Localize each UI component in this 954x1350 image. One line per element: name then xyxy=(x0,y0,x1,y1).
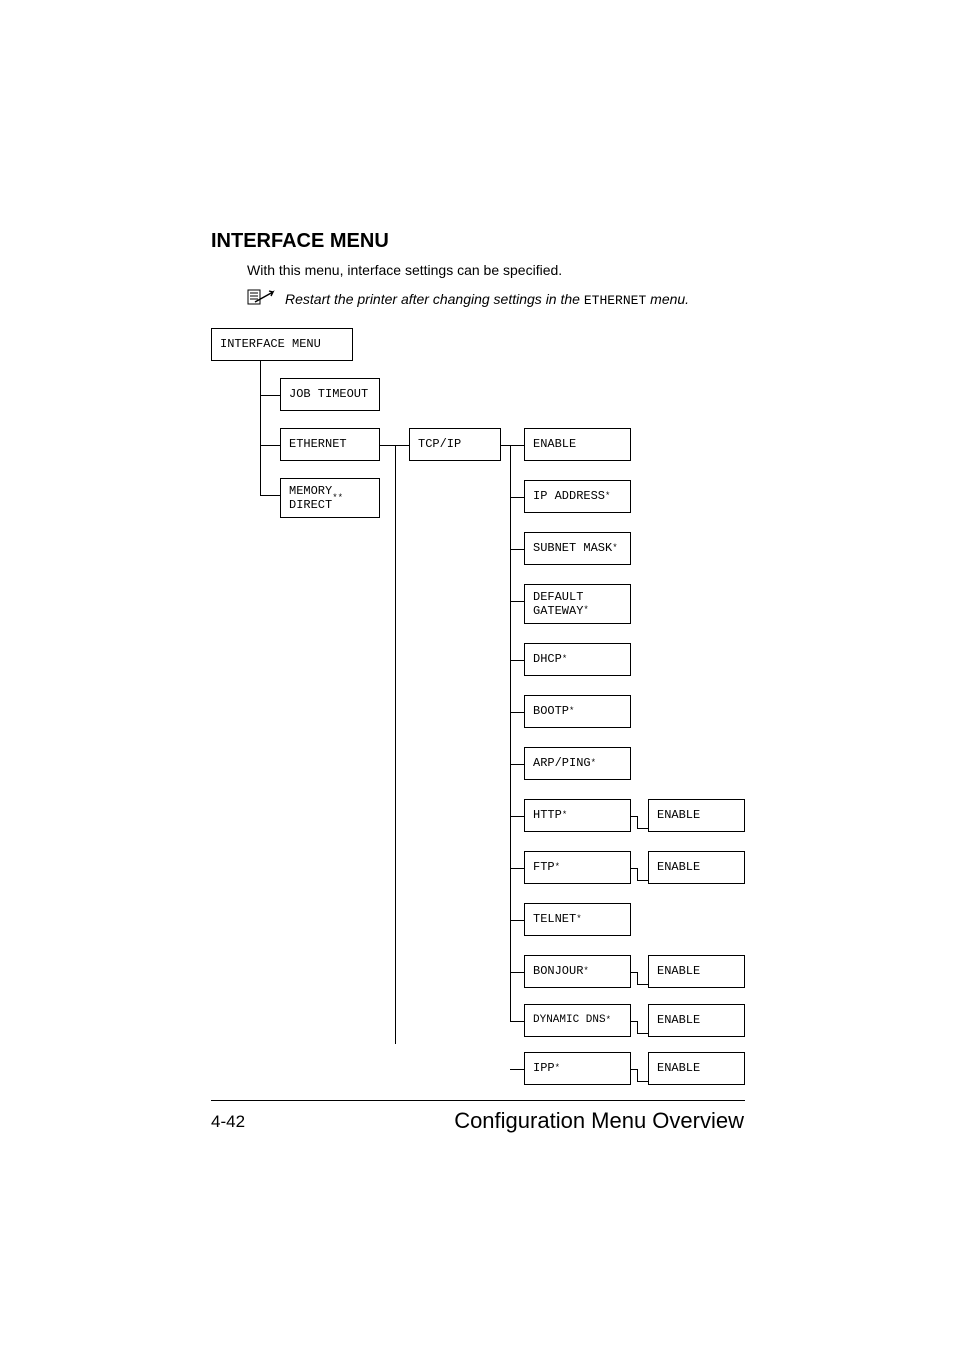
connector xyxy=(260,445,280,446)
connector xyxy=(510,549,524,550)
bootp-text: BOOTP xyxy=(533,704,569,718)
connector xyxy=(637,828,648,829)
connector xyxy=(637,1021,638,1033)
box-enable-ipp: ENABLE xyxy=(648,1052,745,1085)
connector xyxy=(637,868,638,880)
box-http: HTTP* xyxy=(524,799,631,832)
footer-title: Configuration Menu Overview xyxy=(454,1108,744,1134)
connector xyxy=(637,984,648,985)
connector xyxy=(510,497,524,498)
box-telnet: TELNET* xyxy=(524,903,631,936)
box-default-gateway: DEFAULT GATEWAY* xyxy=(524,584,631,624)
box-memory-direct: MEMORY DIRECT** xyxy=(280,478,380,518)
ftp-text: FTP xyxy=(533,860,555,874)
dynamic-dns-text: DYNAMIC DNS xyxy=(533,1014,606,1027)
note-text: Restart the printer after changing setti… xyxy=(285,291,689,308)
connector xyxy=(637,972,638,984)
box-bonjour: BONJOUR* xyxy=(524,955,631,988)
connector xyxy=(510,868,524,869)
connector xyxy=(637,1069,638,1081)
telnet-text: TELNET xyxy=(533,912,576,926)
box-interface-menu: INTERFACE MENU xyxy=(211,328,353,361)
box-tcpip: TCP/IP xyxy=(409,428,501,461)
box-arp-ping: ARP/PING* xyxy=(524,747,631,780)
connector xyxy=(637,1033,648,1034)
box-ipp: IPP* xyxy=(524,1052,631,1085)
connector xyxy=(510,712,524,713)
dhcp-text: DHCP xyxy=(533,652,562,666)
connector xyxy=(260,361,261,496)
note-mono: ETHERNET xyxy=(584,293,646,308)
connector xyxy=(501,445,510,446)
box-enable-http: ENABLE xyxy=(648,799,745,832)
default-gateway-text: DEFAULT GATEWAY xyxy=(533,590,583,619)
connector xyxy=(260,495,280,496)
bonjour-text: BONJOUR xyxy=(533,964,583,978)
note-suffix: menu. xyxy=(646,291,689,307)
http-text: HTTP xyxy=(533,808,562,822)
connector xyxy=(510,601,524,602)
box-job-timeout: JOB TIMEOUT xyxy=(280,378,380,411)
connector xyxy=(510,920,524,921)
connector xyxy=(510,972,524,973)
connector xyxy=(510,445,511,1021)
connector xyxy=(380,445,395,446)
note-icon xyxy=(247,288,275,311)
footer-rule xyxy=(211,1100,745,1101)
box-enable-dyndns: ENABLE xyxy=(648,1004,745,1037)
box-enable: ENABLE xyxy=(524,428,631,461)
memory-direct-text: MEMORY DIRECT xyxy=(289,484,332,513)
box-ethernet: ETHERNET xyxy=(280,428,380,461)
ipp-text: IPP xyxy=(533,1061,555,1075)
box-enable-ftp: ENABLE xyxy=(648,851,745,884)
connector xyxy=(395,445,409,446)
intro-text: With this menu, interface settings can b… xyxy=(247,262,562,278)
box-enable-bonjour: ENABLE xyxy=(648,955,745,988)
connector xyxy=(510,660,524,661)
connector xyxy=(637,816,638,828)
subnet-mask-text: SUBNET MASK xyxy=(533,541,612,555)
connector xyxy=(637,1081,648,1082)
page-number: 4-42 xyxy=(211,1112,245,1132)
connector xyxy=(395,445,396,1044)
box-dynamic-dns: DYNAMIC DNS* xyxy=(524,1004,631,1037)
connector xyxy=(510,816,524,817)
connector xyxy=(510,1069,524,1070)
connector xyxy=(637,880,648,881)
ip-address-text: IP ADDRESS xyxy=(533,489,605,503)
box-dhcp: DHCP* xyxy=(524,643,631,676)
note-row: Restart the printer after changing setti… xyxy=(247,288,689,311)
note-prefix: Restart the printer after changing setti… xyxy=(285,291,584,307)
box-ip-address: IP ADDRESS* xyxy=(524,480,631,513)
connector xyxy=(510,764,524,765)
arp-ping-text: ARP/PING xyxy=(533,756,591,770)
connector xyxy=(510,445,524,446)
connector xyxy=(510,1021,524,1022)
box-ftp: FTP* xyxy=(524,851,631,884)
section-heading: INTERFACE MENU xyxy=(211,230,389,253)
box-subnet-mask: SUBNET MASK* xyxy=(524,532,631,565)
box-bootp: BOOTP* xyxy=(524,695,631,728)
connector xyxy=(260,395,280,396)
